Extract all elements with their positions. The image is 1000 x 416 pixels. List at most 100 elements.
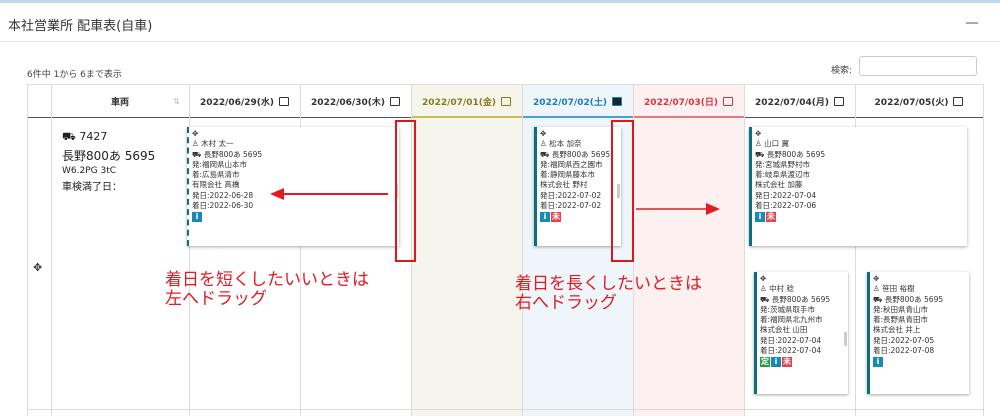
plate-line: ⛟ 長野800あ 5695 (192, 150, 399, 160)
dispatch-card[interactable]: ✥ ♙ 中村 稔 ⛟ 長野800あ 5695 発:茨城県取手市 着:福岡県北九州… (754, 272, 848, 394)
plate-line: ⛟ 長野800あ 5695 (755, 150, 967, 160)
person-icon: ♙ (192, 139, 199, 149)
plate-text: 長野800あ 5695 (884, 294, 944, 304)
info-badge[interactable]: i (771, 357, 781, 368)
col-line (522, 84, 523, 416)
info-badge[interactable]: i (755, 212, 765, 223)
header-day[interactable]: 2022/07/05(火) (855, 84, 983, 118)
header-day-label: 2022/07/01(金) (422, 97, 496, 108)
col-line (27, 84, 28, 416)
arrival-date: 着日:2022-07-04 (760, 346, 822, 356)
info-badge[interactable]: i (540, 212, 550, 223)
comment-icon[interactable] (953, 96, 964, 106)
drag-move-icon[interactable]: ✥ (540, 129, 621, 139)
drag-move-icon[interactable]: ✥ (873, 274, 969, 284)
header-day[interactable]: 2022/06/30(木) (300, 84, 411, 118)
comment-icon[interactable] (722, 96, 733, 106)
vehicle-number: ⛟ 7427 (62, 130, 107, 145)
search-input[interactable] (859, 56, 977, 76)
search-label: 検索: (831, 66, 853, 76)
origin: 発:秋田県青山市 (873, 304, 929, 314)
panel-header: 本社営業所 配車表(自車) (0, 3, 1000, 42)
dispatch-card[interactable]: ✥ ♙ 笹田 裕樹 ⛟ 長野800あ 5695 発:秋田県青山市 着:長野県青田… (867, 272, 969, 394)
vehicle-spec: W6.2PG 3tC (62, 166, 117, 176)
header-day-label: 2022/07/02(土) (533, 97, 607, 108)
header-day[interactable]: 2022/07/02(土) (522, 84, 633, 118)
unassigned-badge[interactable]: 未 (782, 357, 792, 368)
driver-name: ♙ 山口 翼 (755, 139, 967, 149)
header-day-label: 2022/07/05(火) (874, 97, 949, 108)
resize-highlight-box (611, 120, 634, 262)
comment-icon[interactable] (611, 96, 622, 106)
collapse-icon[interactable] (966, 22, 978, 24)
destination: 着:広島県清市 (192, 170, 240, 180)
regular-badge[interactable]: 定 (760, 357, 770, 368)
driver-name-text: 山口 翼 (764, 139, 790, 149)
plate-text: 長野800あ 5695 (766, 149, 826, 159)
col-line (51, 84, 52, 416)
lengthen-line-2: 右へドラッグ (515, 293, 617, 313)
driver-name-text: 中村 稔 (769, 284, 795, 294)
dispatch-card[interactable]: ✥ ♙ 山口 翼 ⛟ 長野800あ 5695 発:宮城県野村市 着:岐阜県渡辺市… (749, 127, 967, 246)
header-vehicle[interactable]: 車両 (51, 84, 189, 118)
header-day-label: 2022/07/03(日) (644, 97, 718, 108)
truck-icon: ⛟ (62, 130, 76, 143)
header-day[interactable]: 2022/07/01(金) (411, 84, 522, 118)
departure-date: 発日:2022-07-04 (755, 190, 817, 200)
info-badge[interactable]: i (873, 357, 883, 368)
arrival-date: 着日:2022-07-08 (873, 346, 935, 356)
lengthen-line-1: 着日を長くしたいときは (515, 274, 702, 294)
unassigned-badge[interactable]: 未 (551, 212, 561, 223)
driver-name-text: 木村 太一 (201, 139, 234, 149)
row-move-icon[interactable]: ✥ (33, 261, 42, 274)
drag-move-icon[interactable]: ✥ (192, 129, 399, 139)
person-icon: ♙ (755, 139, 762, 149)
comment-icon[interactable] (500, 96, 511, 106)
truck-icon: ⛟ (540, 149, 550, 159)
vehicle-number-text: 7427 (79, 130, 108, 143)
origin: 発:福岡県山本市 (192, 159, 248, 169)
unassigned-badge[interactable]: 未 (766, 212, 776, 223)
sort-icon[interactable]: ⇅ (173, 97, 180, 106)
comment-icon[interactable] (389, 96, 400, 106)
destination: 着:福岡県北九州市 (760, 315, 823, 325)
comment-icon[interactable] (833, 96, 844, 106)
destination: 着:岐阜県渡辺市 (755, 170, 811, 180)
origin: 発:福岡県西之園市 (540, 159, 603, 169)
driver-name-text: 笹田 裕樹 (882, 284, 915, 294)
header-vehicle-label: 車両 (110, 97, 129, 108)
shorten-line-2: 左へドラッグ (165, 289, 267, 309)
sunday-column-bg (633, 85, 744, 416)
driver-name: ♙ 松本 加奈 (540, 139, 621, 149)
comment-icon[interactable] (278, 96, 289, 106)
plate-text: 長野800あ 5695 (551, 149, 611, 159)
departure-date: 発日:2022-07-05 (873, 335, 935, 345)
drag-move-icon[interactable]: ✥ (760, 274, 848, 284)
table-info: 6件中 1から 6まで表示 (27, 70, 122, 80)
shorten-annotation: 着日を短くしたいいときは 左へドラッグ (165, 271, 369, 309)
col-line (983, 84, 984, 416)
dispatch-card[interactable]: ✥ ♙ 松本 加奈 ⛟ 長野800あ 5695 発:福岡県西之園市 着:静岡県藤… (534, 127, 621, 246)
plate-line: ⛟ 長野800あ 5695 (540, 150, 621, 160)
header-day[interactable]: 2022/06/29(水) (189, 84, 300, 118)
company: 株式会社 加藤 (755, 180, 803, 190)
company: 株式会社 井上 (873, 325, 921, 335)
info-badge[interactable]: i (192, 212, 202, 223)
driver-name: ♙ 笹田 裕樹 (873, 284, 969, 294)
destination: 着:静岡県藤本市 (540, 170, 596, 180)
destination: 着:長野県青田市 (873, 315, 929, 325)
resize-handle[interactable] (844, 332, 847, 346)
arrival-date: 着日:2022-07-02 (540, 201, 602, 211)
plate-line: ⛟ 長野800あ 5695 (873, 295, 969, 305)
truck-icon: ⛟ (755, 149, 765, 159)
arrival-date: 着日:2022-07-06 (755, 201, 817, 211)
header-day[interactable]: 2022/07/03(日) (633, 84, 744, 118)
driver-name: ♙ 木村 太一 (192, 139, 399, 149)
header-day-label: 2022/06/30(木) (311, 97, 385, 108)
truck-icon: ⛟ (873, 294, 883, 304)
origin: 発:宮城県野村市 (755, 159, 811, 169)
drag-move-icon[interactable]: ✥ (755, 129, 967, 139)
header-day[interactable]: 2022/07/04(月) (744, 84, 855, 118)
company: 株式会社 野村 (540, 180, 588, 190)
plate-line: ⛟ 長野800あ 5695 (760, 295, 848, 305)
